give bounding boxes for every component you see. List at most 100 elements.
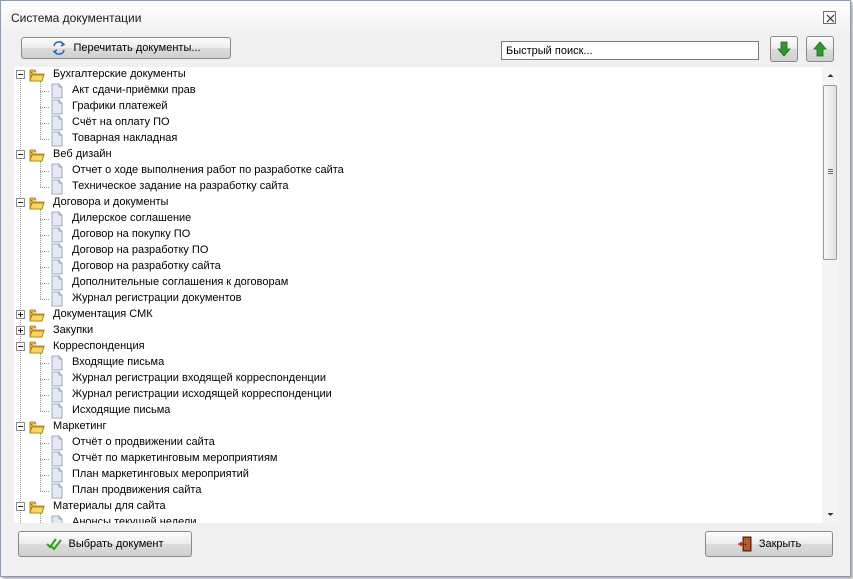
- tree-document-row[interactable]: Договор на покупку ПО: [14, 227, 822, 243]
- tree-branch-line: [40, 91, 49, 92]
- tree-folder-row[interactable]: Бухгалтерские документы: [14, 67, 822, 83]
- move-down-button[interactable]: [770, 36, 798, 62]
- tree-document-row[interactable]: Журнал регистрации исходящей корреспонде…: [14, 387, 822, 403]
- tree-branch-line: [40, 219, 49, 220]
- tree-document-row[interactable]: Отчёт о продвижении сайта: [14, 435, 822, 451]
- tree-document-row[interactable]: Дополнительные соглашения к договорам: [14, 275, 822, 291]
- tree-document-label: Отчёт по маркетинговым мероприятиям: [72, 452, 278, 464]
- tree-document-row[interactable]: Дилерское соглашение: [14, 211, 822, 227]
- scroll-up-button[interactable]: [822, 67, 839, 84]
- quick-search-input[interactable]: [501, 41, 759, 60]
- reload-documents-button[interactable]: Перечитать документы...: [21, 37, 231, 59]
- title-bar: Система документации: [1, 1, 850, 33]
- close-window-button[interactable]: [823, 11, 836, 24]
- arrow-up-icon: [813, 41, 827, 57]
- tree-folder-label: Документация СМК: [53, 308, 153, 320]
- folder-icon: [29, 339, 45, 355]
- tree-document-row[interactable]: Входящие письма: [14, 355, 822, 371]
- tree-document-label: Анонсы текущей недели: [72, 516, 197, 523]
- tree-folder-row[interactable]: Материалы для сайта: [14, 499, 822, 515]
- tree-folder-label: Материалы для сайта: [53, 500, 166, 512]
- tree-document-label: План продвижения сайта: [72, 484, 202, 496]
- tree-scrollbar[interactable]: [822, 67, 839, 523]
- tree-branch-line: [40, 299, 49, 300]
- document-icon: [49, 467, 65, 483]
- scroll-down-button[interactable]: [822, 506, 839, 523]
- collapse-toggle-icon[interactable]: [16, 70, 25, 79]
- tree-folder-label: Веб дизайн: [53, 148, 112, 160]
- move-up-button[interactable]: [806, 36, 834, 62]
- collapse-toggle-icon[interactable]: [16, 422, 25, 431]
- tree-folder-row[interactable]: Договора и документы: [14, 195, 822, 211]
- tree-document-label: План маркетинговых мероприятий: [72, 468, 249, 480]
- tree-document-label: Договор на разработку сайта: [72, 260, 221, 272]
- tree-document-row[interactable]: План маркетинговых мероприятий: [14, 467, 822, 483]
- document-icon: [49, 451, 65, 467]
- tree-branch-line: [40, 123, 49, 124]
- document-icon: [49, 355, 65, 371]
- tree-document-label: Договор на покупку ПО: [72, 228, 191, 240]
- tree-document-row[interactable]: Журнал регистрации входящей корреспонден…: [14, 371, 822, 387]
- close-label: Закрыть: [758, 538, 802, 550]
- tree-document-row[interactable]: План продвижения сайта: [14, 483, 822, 499]
- collapse-toggle-icon[interactable]: [16, 342, 25, 351]
- document-icon: [49, 243, 65, 259]
- tree-document-row[interactable]: Отчёт по маркетинговым мероприятиям: [14, 451, 822, 467]
- tree-document-row[interactable]: Счёт на оплату ПО: [14, 115, 822, 131]
- scroll-thumb[interactable]: [823, 85, 837, 260]
- tree-document-row[interactable]: Договор на разработку сайта: [14, 259, 822, 275]
- refresh-icon: [53, 41, 66, 55]
- tree-document-label: Входящие письма: [72, 356, 165, 368]
- tree-document-row[interactable]: Исходящие письма: [14, 403, 822, 419]
- folder-icon: [29, 195, 45, 211]
- tree-branch-line: [40, 235, 49, 236]
- tree-document-row[interactable]: Графики платежей: [14, 99, 822, 115]
- collapse-toggle-icon[interactable]: [16, 502, 25, 511]
- tree-document-label: Отчёт о продвижении сайта: [72, 436, 215, 448]
- select-document-label: Выбрать документ: [68, 538, 164, 550]
- tree-folder-row[interactable]: Документация СМК: [14, 307, 822, 323]
- reload-documents-label: Перечитать документы...: [73, 42, 201, 54]
- scroll-grip-line: [828, 173, 833, 174]
- folder-icon: [29, 67, 45, 83]
- tree-branch-line: [40, 251, 49, 252]
- document-icon: [49, 259, 65, 275]
- tree-document-label: Дилерское соглашение: [72, 212, 192, 224]
- tree-document-label: Журнал регистрации исходящей корреспонде…: [72, 388, 332, 400]
- close-button[interactable]: Закрыть: [705, 531, 833, 557]
- tree-document-row[interactable]: Журнал регистрации документов: [14, 291, 822, 307]
- tree-branch-line: [40, 363, 49, 364]
- tree-folder-row[interactable]: Веб дизайн: [14, 147, 822, 163]
- collapse-toggle-icon[interactable]: [16, 150, 25, 159]
- document-tree[interactable]: Бухгалтерские документы Акт сдачи-приёмки…: [14, 67, 822, 523]
- tree-folder-row[interactable]: Закупки: [14, 323, 822, 339]
- tree-folder-label: Бухгалтерские документы: [53, 68, 186, 80]
- folder-icon: [29, 419, 45, 435]
- tree-document-label: Техническое задание на разработку сайта: [72, 180, 289, 192]
- expand-toggle-icon[interactable]: [16, 326, 25, 335]
- tree-document-label: Товарная накладная: [72, 132, 178, 144]
- tree-branch-line: [40, 443, 49, 444]
- exit-door-icon: [737, 536, 752, 552]
- tree-branch-line: [40, 283, 49, 284]
- tree-document-row[interactable]: Товарная накладная: [14, 131, 822, 147]
- tree-document-row[interactable]: Анонсы текущей недели: [14, 515, 822, 523]
- collapse-toggle-icon[interactable]: [16, 198, 25, 207]
- scroll-down-arrow-icon: [827, 513, 834, 516]
- tree-document-row[interactable]: Техническое задание на разработку сайта: [14, 179, 822, 195]
- tree-document-row[interactable]: Отчет о ходе выполнения работ по разрабо…: [14, 163, 822, 179]
- scroll-grip-line: [828, 171, 833, 172]
- tree-branch-line: [40, 379, 49, 380]
- select-document-button[interactable]: Выбрать документ: [18, 531, 192, 557]
- tree-document-label: Графики платежей: [72, 100, 168, 112]
- tree-folder-row[interactable]: Корреспонденция: [14, 339, 822, 355]
- document-icon: [49, 483, 65, 499]
- document-icon: [49, 179, 65, 195]
- document-icon: [49, 211, 65, 227]
- tree-document-row[interactable]: Акт сдачи-приёмки прав: [14, 83, 822, 99]
- tree-document-label: Отчет о ходе выполнения работ по разрабо…: [72, 164, 344, 176]
- tree-folder-row[interactable]: Маркетинг: [14, 419, 822, 435]
- tree-document-row[interactable]: Договор на разработку ПО: [14, 243, 822, 259]
- window-title: Система документации: [11, 11, 142, 25]
- expand-toggle-icon[interactable]: [16, 310, 25, 319]
